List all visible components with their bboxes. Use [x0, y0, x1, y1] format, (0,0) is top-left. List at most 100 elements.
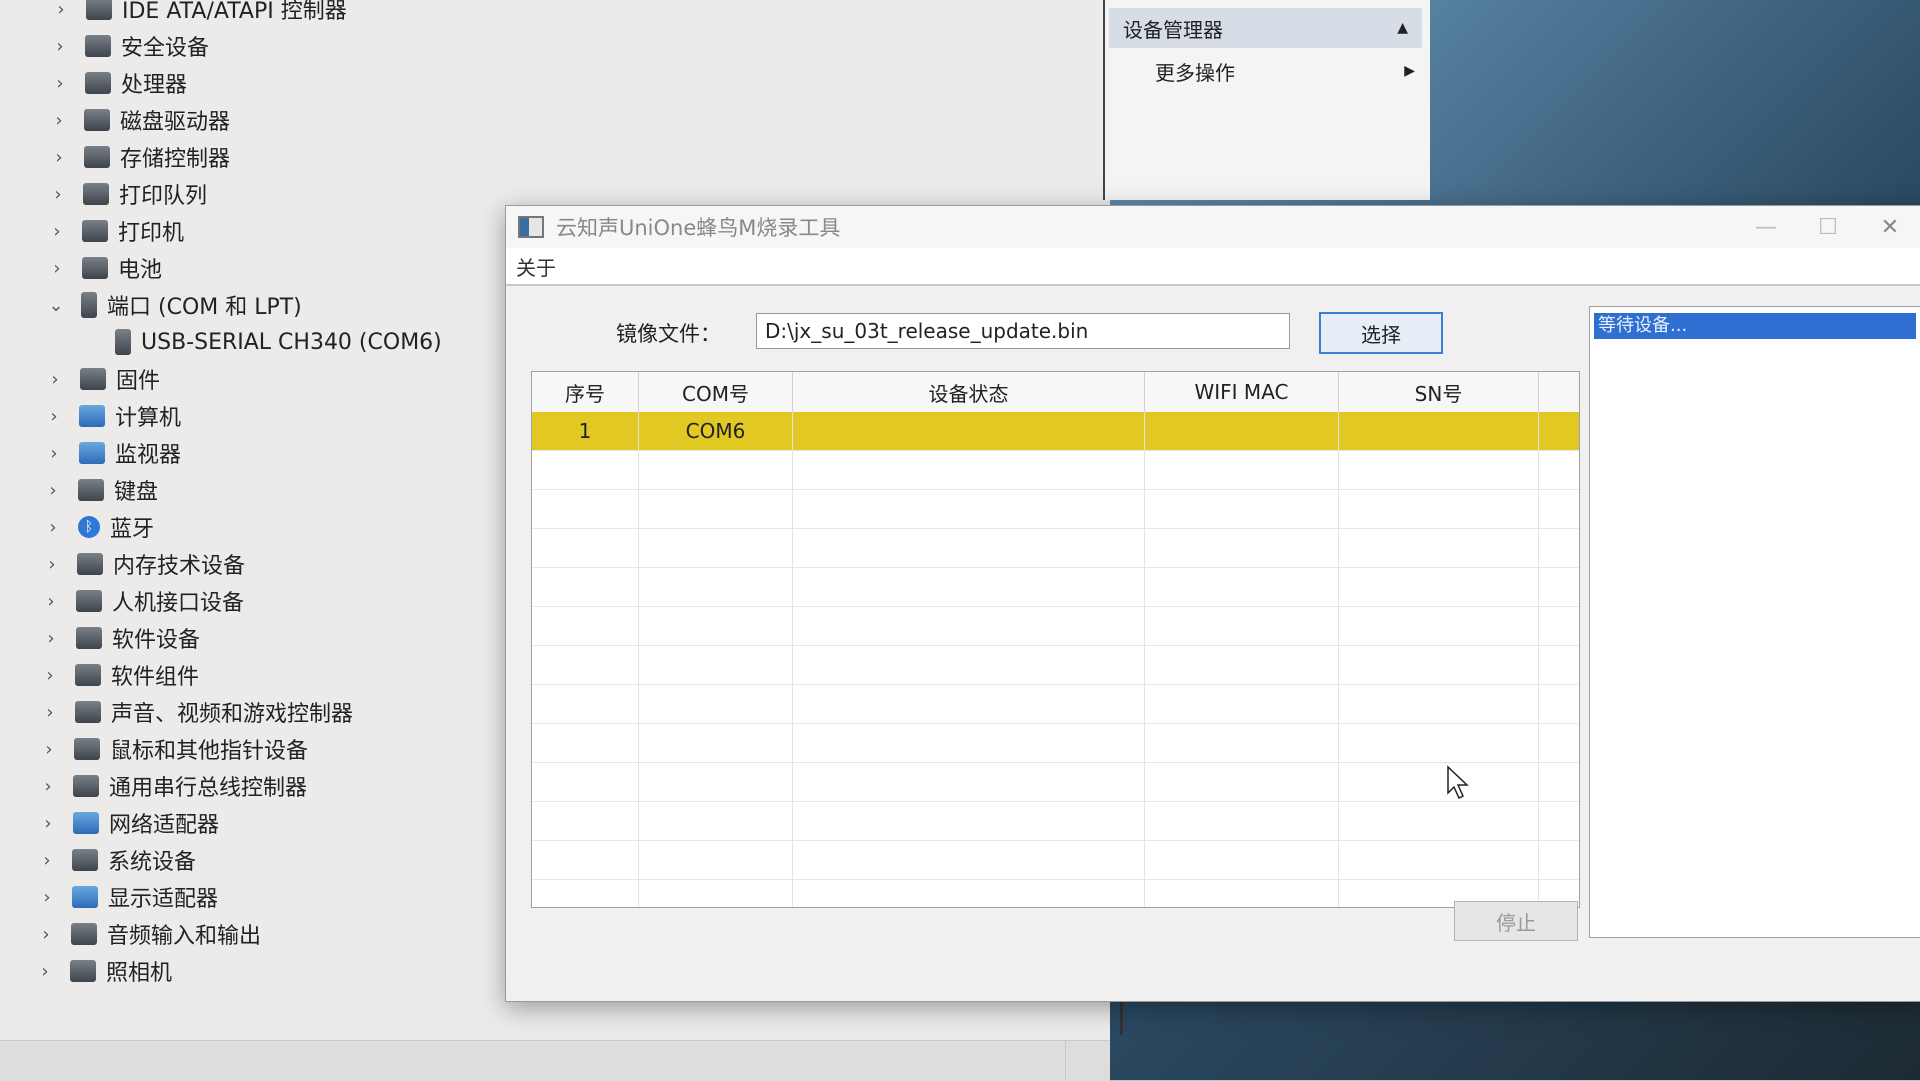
- table-row[interactable]: [532, 802, 1579, 841]
- table-row[interactable]: [532, 646, 1579, 685]
- tree-category[interactable]: › 计算机: [43, 399, 563, 433]
- chevron-right-icon[interactable]: ›: [47, 184, 69, 205]
- table-row[interactable]: [532, 568, 1579, 607]
- chevron-down-icon[interactable]: ⌄: [45, 295, 67, 316]
- tree-category[interactable]: › 系统设备: [36, 843, 556, 877]
- tree-category[interactable]: › 打印机: [46, 214, 566, 248]
- chevron-right-icon[interactable]: ›: [48, 110, 70, 131]
- chevron-right-icon[interactable]: ›: [36, 887, 58, 908]
- tree-category[interactable]: › 显示适配器: [36, 880, 556, 914]
- tree-item-label: 人机接口设备: [112, 591, 245, 616]
- tree-category[interactable]: › 软件设备: [40, 621, 560, 655]
- table-row[interactable]: [532, 529, 1579, 568]
- cell-index: [532, 685, 639, 723]
- title-bar[interactable]: 云知声UniOne蜂鸟M烧录工具 — ☐ ✕: [506, 206, 1920, 248]
- minimize-button[interactable]: —: [1735, 206, 1797, 248]
- collapse-up-icon[interactable]: ▲: [1397, 20, 1408, 36]
- tree-category[interactable]: › 照相机: [34, 954, 554, 988]
- chevron-right-icon[interactable]: ›: [36, 850, 58, 871]
- menu-about[interactable]: 关于: [506, 252, 566, 281]
- chevron-right-icon[interactable]: ›: [44, 369, 66, 390]
- tree-item-label: 通用串行总线控制器: [109, 776, 308, 801]
- tree-category[interactable]: › 固件: [44, 362, 564, 396]
- tree-category[interactable]: › ᛒ 蓝牙: [42, 510, 562, 544]
- chevron-right-icon[interactable]: ›: [43, 406, 65, 427]
- column-header-wifi-mac[interactable]: WIFI MAC: [1145, 372, 1339, 412]
- table-row[interactable]: [532, 685, 1579, 724]
- chevron-right-icon[interactable]: ›: [42, 480, 64, 501]
- table-row[interactable]: [532, 451, 1579, 490]
- tree-category[interactable]: › 人机接口设备: [40, 584, 560, 618]
- tree-category[interactable]: › 软件组件: [39, 658, 559, 692]
- tree-category[interactable]: › 打印队列: [47, 177, 567, 211]
- cell-com: [639, 880, 793, 907]
- chevron-right-icon[interactable]: ›: [43, 443, 65, 464]
- tree-category[interactable]: › 声音、视频和游戏控制器: [39, 695, 559, 729]
- chevron-right-icon[interactable]: ›: [38, 739, 60, 760]
- tree-category[interactable]: › 音频输入和输出: [35, 917, 555, 951]
- column-header-sn[interactable]: SN号: [1339, 372, 1539, 412]
- tree-category[interactable]: › 内存技术设备: [41, 547, 561, 581]
- chevron-right-icon[interactable]: ›: [48, 147, 70, 168]
- tree-category[interactable]: › 网络适配器: [37, 806, 557, 840]
- chevron-right-icon[interactable]: ›: [49, 73, 71, 94]
- image-file-label: 镜像文件：: [616, 322, 721, 346]
- status-bar-divider: [1065, 1041, 1066, 1081]
- tree-item-label: 磁盘驱动器: [120, 110, 231, 135]
- log-pane[interactable]: 等待设备...: [1589, 306, 1920, 938]
- chevron-right-icon[interactable]: ›: [42, 517, 64, 538]
- device-icon: [70, 960, 96, 982]
- column-header-com[interactable]: COM号: [639, 372, 793, 412]
- tree-category[interactable]: › 磁盘驱动器: [48, 103, 568, 137]
- table-row[interactable]: [532, 763, 1579, 802]
- maximize-button[interactable]: ☐: [1797, 206, 1859, 248]
- chevron-right-icon[interactable]: ›: [41, 554, 63, 575]
- chevron-right-icon[interactable]: ›: [40, 628, 62, 649]
- log-line[interactable]: 等待设备...: [1594, 313, 1916, 339]
- table-row[interactable]: 1 COM6: [532, 412, 1579, 451]
- close-button[interactable]: ✕: [1859, 206, 1920, 248]
- tree-category[interactable]: › 安全设备: [49, 29, 569, 63]
- tree-category[interactable]: › 鼠标和其他指针设备: [38, 732, 558, 766]
- chevron-right-icon[interactable]: ›: [35, 924, 57, 945]
- chevron-right-icon[interactable]: ›: [39, 665, 61, 686]
- chevron-right-icon[interactable]: ›: [37, 776, 59, 797]
- table-row[interactable]: [532, 724, 1579, 763]
- cell-status: [793, 763, 1145, 801]
- chevron-right-icon[interactable]: ›: [46, 258, 68, 279]
- chevron-right-icon[interactable]: ›: [49, 36, 71, 57]
- table-row[interactable]: [532, 607, 1579, 646]
- tree-category[interactable]: › 存储控制器: [48, 140, 568, 174]
- table-row[interactable]: [532, 490, 1579, 529]
- cell-index: [532, 802, 639, 840]
- chevron-right-icon: ▶: [1404, 63, 1415, 79]
- tree-item-label: IDE ATA/ATAPI 控制器: [122, 0, 347, 24]
- chevron-right-icon[interactable]: ›: [40, 591, 62, 612]
- column-header-index[interactable]: 序号: [532, 372, 639, 412]
- tree-category[interactable]: › IDE ATA/ATAPI 控制器: [50, 0, 570, 26]
- tree-item-label: 处理器: [121, 73, 188, 98]
- choose-file-button[interactable]: 选择: [1319, 312, 1443, 354]
- chevron-right-icon[interactable]: ›: [39, 702, 61, 723]
- table-row[interactable]: [532, 880, 1579, 907]
- table-row[interactable]: [532, 841, 1579, 880]
- device-icon: [76, 590, 102, 612]
- stop-button[interactable]: 停止: [1454, 901, 1578, 941]
- tree-category[interactable]: ⌄ 端口 (COM 和 LPT): [45, 288, 565, 322]
- tree-category[interactable]: › 键盘: [42, 473, 562, 507]
- chevron-right-icon[interactable]: ›: [50, 0, 72, 20]
- image-file-input[interactable]: [756, 313, 1290, 349]
- cell-status: [793, 646, 1145, 684]
- actions-header[interactable]: 设备管理器 ▲: [1109, 8, 1422, 48]
- cell-com: [639, 607, 793, 645]
- column-header-status[interactable]: 设备状态: [793, 372, 1145, 412]
- chevron-right-icon[interactable]: ›: [46, 221, 68, 242]
- cell-wifi-mac: [1145, 490, 1339, 528]
- tree-category[interactable]: › 通用串行总线控制器: [37, 769, 557, 803]
- tree-category[interactable]: › 处理器: [49, 66, 569, 100]
- chevron-right-icon[interactable]: ›: [34, 961, 56, 982]
- more-actions-item[interactable]: 更多操作 ▶: [1155, 55, 1415, 87]
- chevron-right-icon[interactable]: ›: [37, 813, 59, 834]
- tree-category[interactable]: › 电池: [46, 251, 566, 285]
- tree-category[interactable]: › 监视器: [43, 436, 563, 470]
